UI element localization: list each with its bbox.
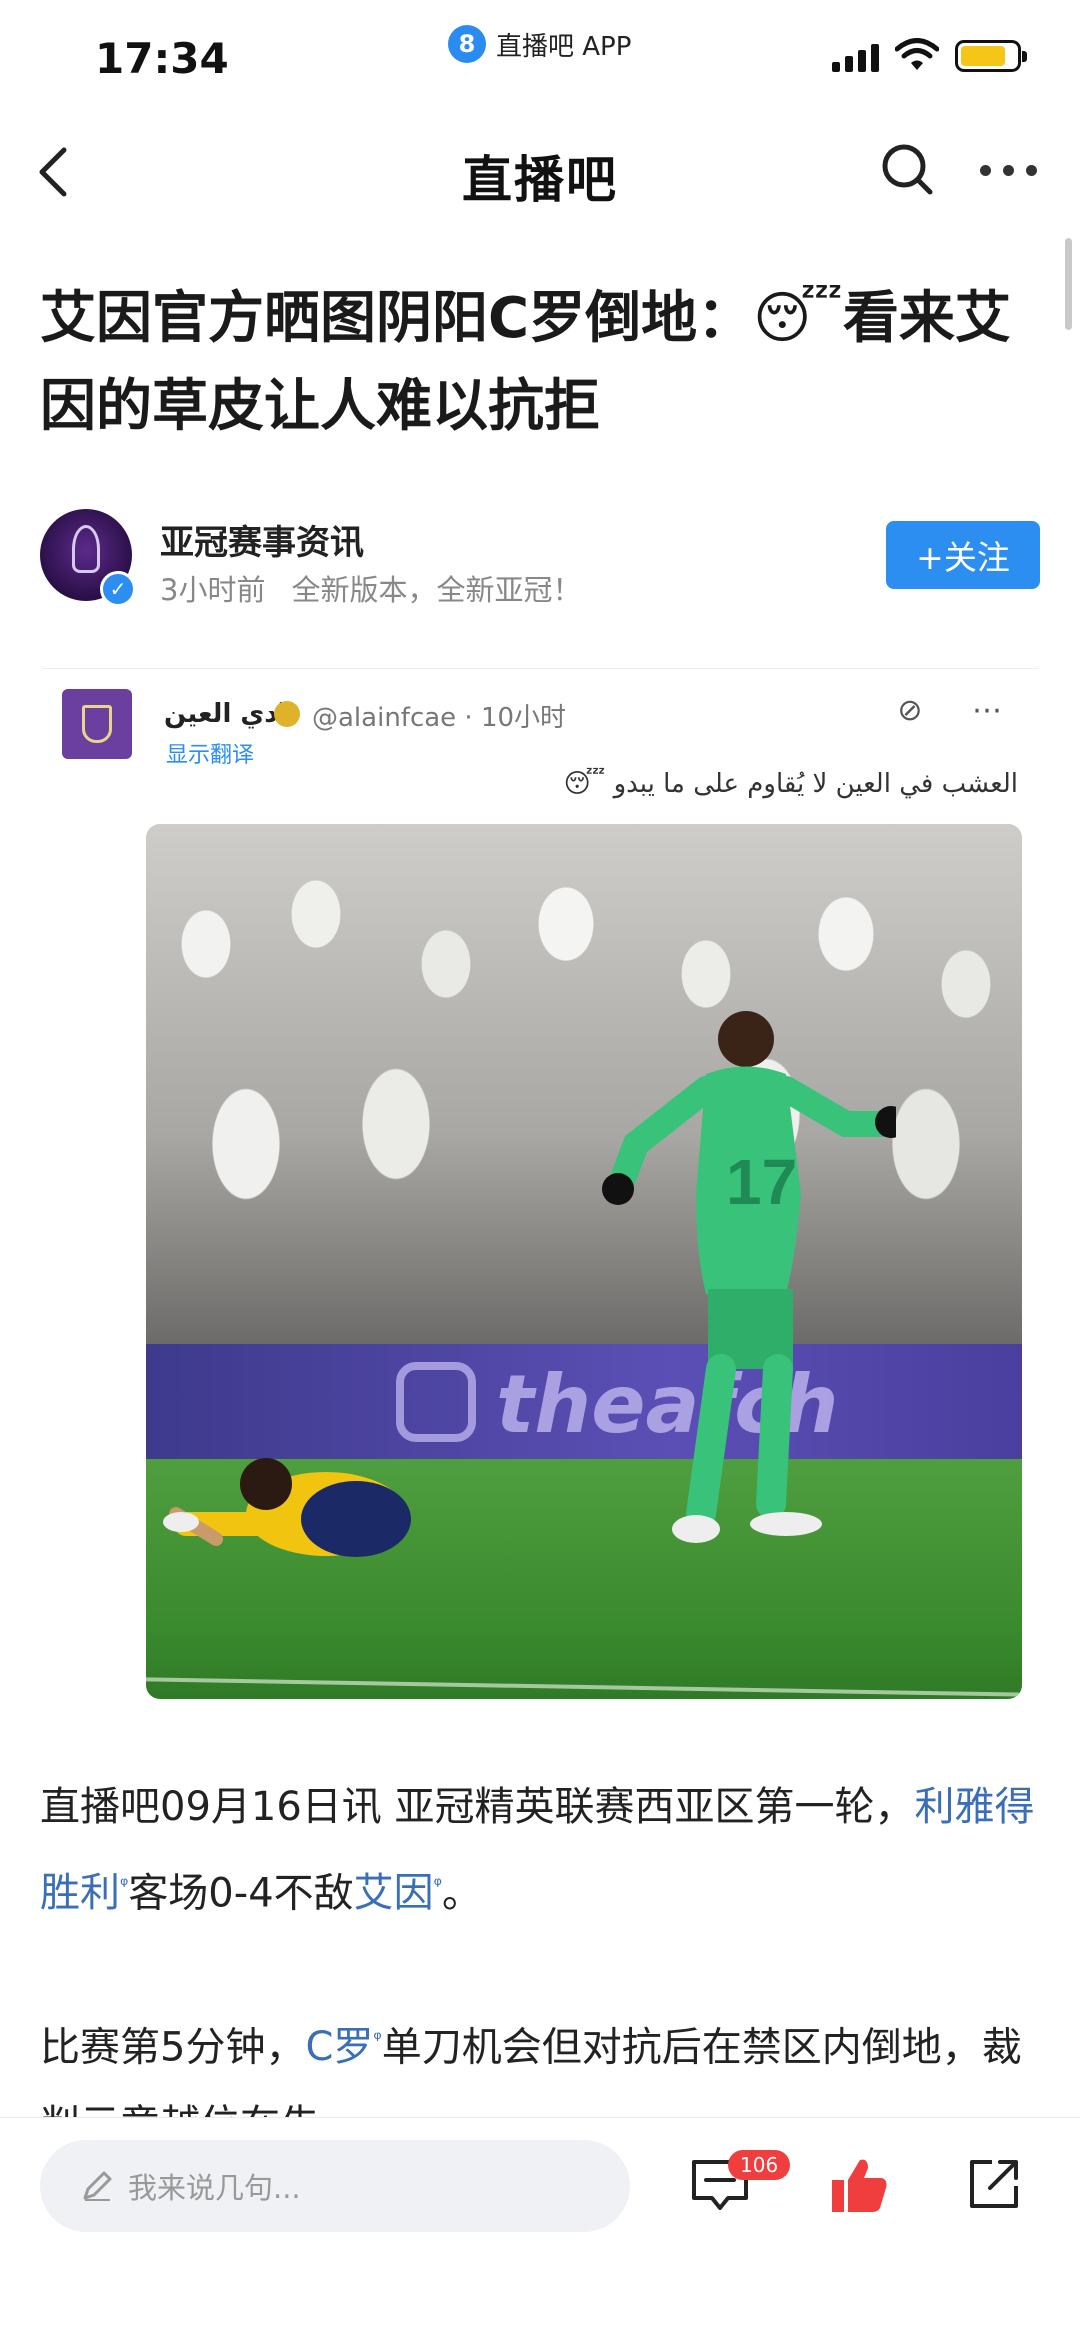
comment-input[interactable]: 我来说几句... bbox=[40, 2140, 630, 2232]
app-badge[interactable]: 8 直播吧 APP bbox=[448, 25, 631, 63]
embed-more-icon: ⊘ ⋯ bbox=[897, 693, 1022, 728]
signal-icon bbox=[832, 42, 879, 72]
nav-bar: 直播吧 bbox=[0, 120, 1080, 225]
verified-badge-icon bbox=[274, 701, 300, 727]
article-paragraph-1: 直播吧09月16日讯 亚冠精英联赛西亚区第一轮，利雅得胜利ᵠ客场0-4不敌艾因ᵠ… bbox=[40, 1768, 1040, 1932]
comment-count-badge: 106 bbox=[728, 2150, 791, 2180]
author-row: ✓ 亚冠赛事资讯 3小时前 全新版本，全新亚冠！ +关注 bbox=[40, 505, 1040, 607]
embed-handle: @alainfcae · 10小时 bbox=[312, 703, 567, 733]
team-link-al-ain-label: 艾因 bbox=[353, 1870, 434, 1917]
paragraph-2-prefix: 比赛第5分钟， bbox=[40, 2024, 306, 2071]
more-icon[interactable] bbox=[980, 165, 1037, 176]
battery-icon bbox=[955, 40, 1027, 72]
paragraph-1-middle: 客场0-4不敌 bbox=[128, 1870, 354, 1917]
article-title: 艾因官方晒图阴阳C罗倒地：😴看来艾因的草皮让人难以抗拒 bbox=[40, 286, 1011, 439]
app-logo-icon: 8 bbox=[448, 25, 486, 63]
author-name[interactable]: 亚冠赛事资讯 bbox=[160, 515, 364, 564]
match-photo: theafch 17 bbox=[146, 824, 1022, 1699]
bottom-action-bar: 我来说几句... 106 bbox=[0, 2117, 1080, 2337]
author-tagline: 全新版本，全新亚冠！ bbox=[291, 573, 582, 607]
verified-icon: ✓ bbox=[100, 571, 136, 607]
fallen-player-figure bbox=[163, 1458, 411, 1557]
author-meta: 3小时前 全新版本，全新亚冠！ bbox=[160, 567, 581, 609]
status-bar: 17:34 8 直播吧 APP bbox=[0, 0, 1080, 120]
pencil-icon bbox=[83, 2171, 112, 2201]
instagram-icon bbox=[396, 1362, 476, 1442]
comment-placeholder: 我来说几句... bbox=[128, 2171, 301, 2205]
player-link-ronaldo-label: C罗 bbox=[305, 2024, 374, 2071]
post-time: 3小时前 bbox=[160, 573, 266, 607]
scrollbar[interactable] bbox=[1065, 238, 1072, 330]
link-marker-icon: ᵠ bbox=[433, 1873, 442, 1897]
paragraph-1-suffix: 。 bbox=[441, 1870, 482, 1917]
follow-button[interactable]: +关注 bbox=[886, 521, 1040, 589]
team-link-al-ain[interactable]: 艾因ᵠ bbox=[354, 1870, 442, 1916]
wifi-icon bbox=[895, 38, 939, 70]
search-icon[interactable] bbox=[880, 142, 936, 198]
status-time: 17:34 bbox=[95, 34, 229, 83]
translate-link: 显示翻译 bbox=[166, 743, 255, 768]
svg-text:17: 17 bbox=[726, 1146, 797, 1218]
embedded-post-image[interactable]: نادي العين @alainfcae · 10小时 显示翻译 ⊘ ⋯ ال… bbox=[42, 668, 1038, 1708]
app-badge-label: 直播吧 APP bbox=[496, 31, 632, 62]
thumbs-up-icon[interactable] bbox=[828, 2154, 890, 2216]
embed-header: نادي العين @alainfcae · 10小时 显示翻译 ⊘ ⋯ bbox=[62, 689, 1022, 768]
embed-tweet-text: العشب في العين لا يُقاوم على ما يبدو 😴 bbox=[563, 769, 1018, 799]
goalkeeper-figure: 17 bbox=[602, 1011, 896, 1543]
link-marker-icon: ᵠ bbox=[373, 2027, 382, 2051]
player-link-ronaldo[interactable]: C罗ᵠ bbox=[305, 2024, 381, 2070]
club-logo-icon bbox=[62, 689, 132, 759]
paragraph-1-prefix: 直播吧09月16日讯 亚冠精英联赛西亚区第一轮， bbox=[40, 1784, 915, 1830]
share-icon[interactable] bbox=[966, 2156, 1022, 2212]
